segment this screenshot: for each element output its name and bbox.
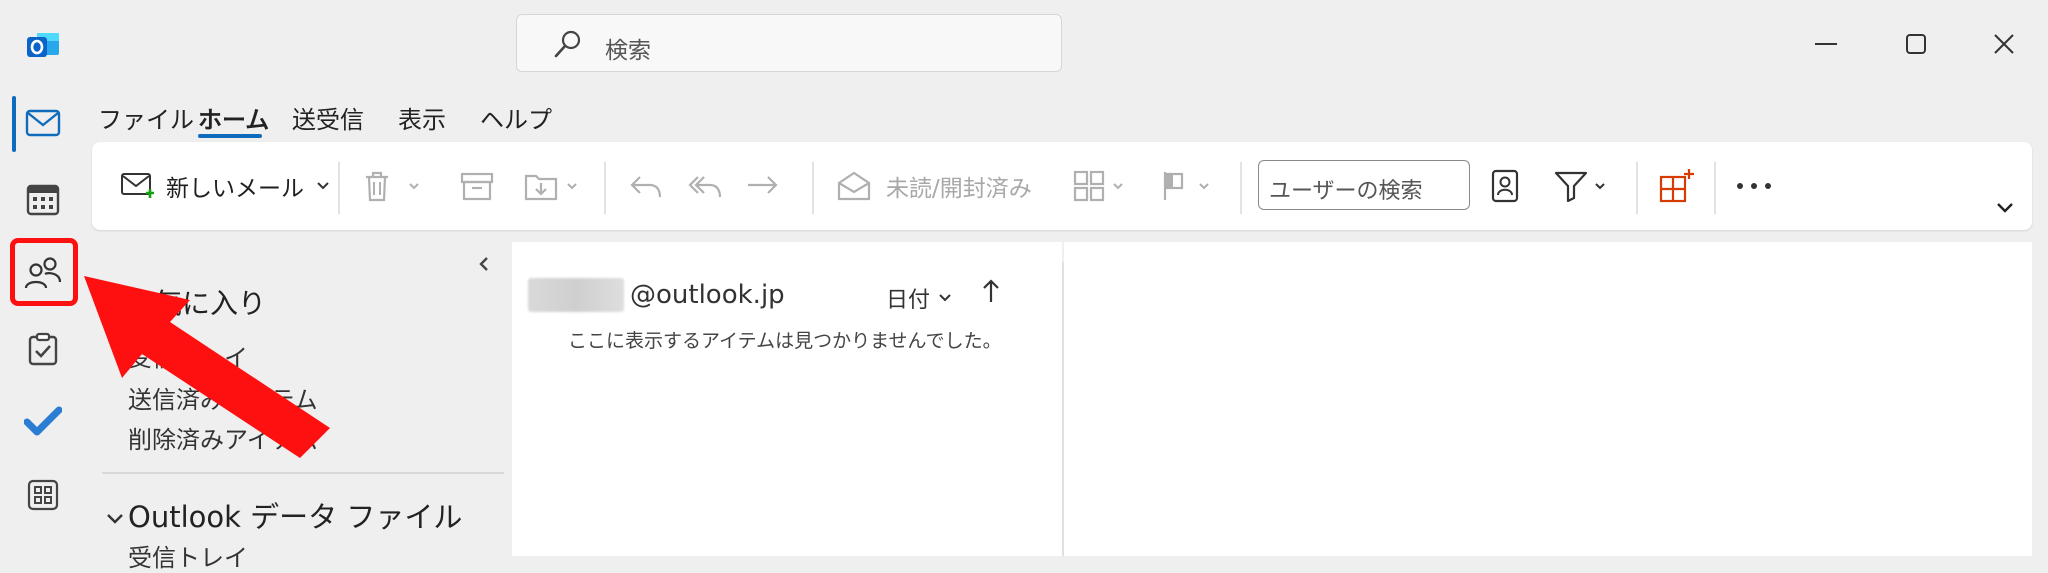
sort-label: 日付 xyxy=(886,288,931,313)
categorize-button[interactable] xyxy=(1072,142,1124,230)
search-box[interactable]: 検索 xyxy=(516,14,1062,72)
folder-deleted[interactable]: 削除済みアイテム xyxy=(128,420,318,455)
trash-icon xyxy=(366,171,388,202)
new-mail-icon xyxy=(121,173,154,198)
filter-button[interactable] xyxy=(1554,142,1606,230)
arrow-up-icon xyxy=(983,279,999,302)
forward-arrow-icon xyxy=(748,176,778,194)
reading-pane xyxy=(1064,242,2032,556)
chevron-down-icon xyxy=(107,514,123,524)
new-mail-label: 新しいメール xyxy=(166,176,304,202)
ribbon-separator xyxy=(1636,162,1638,214)
delete-button[interactable] xyxy=(362,142,420,230)
message-list-pane: @outlook.jp 日付 ここに表示するアイテムは見つかりませんでした。 xyxy=(512,242,1062,556)
reply-all-button[interactable] xyxy=(686,142,724,230)
filter-icon xyxy=(1554,171,1588,202)
people-highlight-box xyxy=(10,238,78,306)
tab-send-receive[interactable]: 送受信 xyxy=(292,100,364,135)
more-options-button[interactable] xyxy=(1736,142,1772,230)
datafile-section[interactable]: Outlook データ ファイル xyxy=(106,494,462,536)
more-dots-icon xyxy=(1737,183,1771,189)
search-icon xyxy=(553,29,583,59)
tab-file[interactable]: ファイル xyxy=(98,100,194,135)
folder-sent[interactable]: 送信済みアイテム xyxy=(128,380,318,415)
chevron-down-icon xyxy=(939,294,951,302)
move-button[interactable] xyxy=(524,142,578,230)
user-search-input[interactable]: ユーザーの検索 xyxy=(1258,160,1470,210)
tasks-icon[interactable] xyxy=(14,320,72,378)
mark-read-button[interactable]: 未読/開封済み xyxy=(836,142,1032,230)
reply-button[interactable] xyxy=(628,142,664,230)
ribbon-separator xyxy=(604,162,606,214)
new-mail-button[interactable]: 新しいメール xyxy=(120,142,330,230)
flag-button[interactable] xyxy=(1160,142,1210,230)
forward-button[interactable] xyxy=(744,142,780,230)
apps-icon[interactable] xyxy=(14,466,72,524)
favorites-title[interactable]: お気に入り xyxy=(126,282,266,322)
close-button[interactable] xyxy=(1978,20,2030,68)
active-tab-underline xyxy=(198,134,262,138)
archive-icon xyxy=(460,172,494,201)
ribbon-separator xyxy=(338,162,340,214)
outlook-logo-icon xyxy=(14,16,72,74)
datafile-title: Outlook データ ファイル xyxy=(128,500,463,534)
sort-direction-button[interactable] xyxy=(982,278,1000,304)
reply-all-icon xyxy=(688,176,722,198)
move-folder-icon xyxy=(524,174,558,201)
search-input[interactable]: 検索 xyxy=(605,31,651,65)
blurred-account-name xyxy=(528,278,624,312)
ribbon-expand-button[interactable] xyxy=(1996,164,2014,252)
folder-pane: お気に入り 受信トレイ 送信済みアイテム 削除済みアイテム Outlook デー… xyxy=(92,242,510,572)
add-ins-button[interactable] xyxy=(1658,142,1696,230)
ribbon-toolbar: 新しいメール 未読/開封済み ユーザーの検索 xyxy=(92,142,2032,230)
minimize-button[interactable] xyxy=(1800,20,1852,68)
add-ins-icon xyxy=(1659,169,1694,203)
collapse-pane-button[interactable] xyxy=(478,256,490,272)
todo-check-icon[interactable] xyxy=(14,392,72,450)
chevron-down-icon xyxy=(567,183,577,190)
calendar-icon[interactable] xyxy=(14,170,72,228)
chevron-down-icon xyxy=(1997,203,2013,213)
flag-icon xyxy=(1163,172,1184,200)
archive-button[interactable] xyxy=(460,142,494,230)
tab-help[interactable]: ヘルプ xyxy=(480,100,552,135)
tab-home[interactable]: ホーム xyxy=(198,100,269,135)
mark-read-label: 未読/開封済み xyxy=(886,176,1032,202)
folder-divider xyxy=(102,472,504,474)
reply-icon xyxy=(630,176,662,198)
mail-icon[interactable] xyxy=(14,94,72,152)
folder-inbox[interactable]: 受信トレイ xyxy=(128,338,248,373)
user-search-placeholder: ユーザーの検索 xyxy=(1269,179,1423,204)
address-book-button[interactable] xyxy=(1490,142,1520,230)
ribbon-separator xyxy=(1714,162,1716,214)
empty-list-message: ここに表示するアイテムは見つかりませんでした。 xyxy=(568,330,1002,352)
chevron-down-icon xyxy=(1595,183,1605,190)
maximize-button[interactable] xyxy=(1890,20,1942,68)
ribbon-separator xyxy=(1240,162,1242,214)
app-rail xyxy=(0,0,88,556)
chevron-down-icon xyxy=(1113,183,1123,190)
sort-by-date-button[interactable]: 日付 xyxy=(886,282,952,314)
chevron-down-icon xyxy=(317,182,329,190)
chevron-down-icon xyxy=(409,183,419,190)
chevron-left-icon xyxy=(479,257,488,271)
categorize-grid-icon xyxy=(1073,170,1105,202)
account-address: @outlook.jp xyxy=(630,280,785,310)
open-envelope-icon xyxy=(837,171,871,201)
address-book-icon xyxy=(1491,169,1519,203)
chevron-down-icon xyxy=(1199,183,1209,190)
ribbon-separator xyxy=(812,162,814,214)
tab-view[interactable]: 表示 xyxy=(398,100,446,135)
